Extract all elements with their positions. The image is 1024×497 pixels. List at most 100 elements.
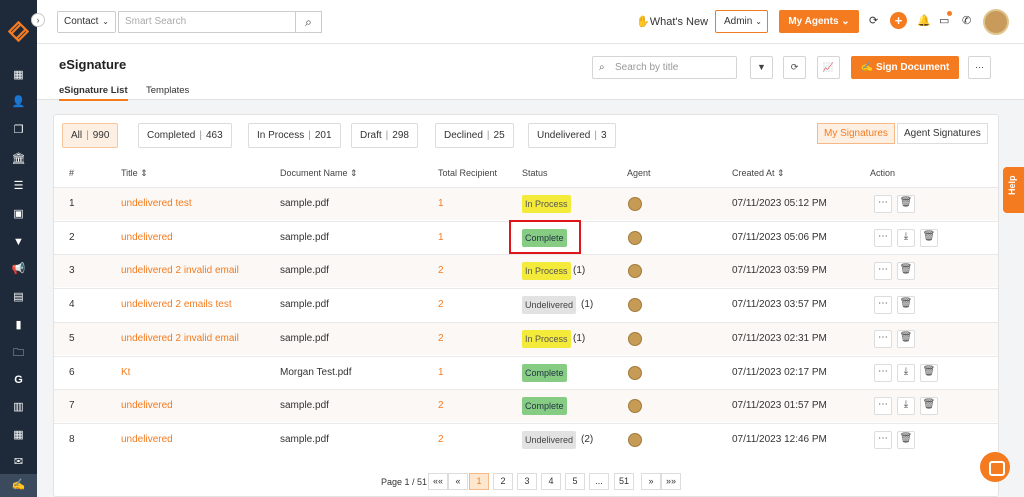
mail-icon[interactable]: ✉ [10,454,27,471]
smart-search-input[interactable]: Smart Search [118,11,296,33]
filter-in-process[interactable]: In Process | 201 [248,123,341,148]
delete-button[interactable]: 🗑 [897,430,915,449]
my-agents-button[interactable]: My Agents ⌄ [779,10,859,33]
more-options-button[interactable]: ⋯ [968,56,991,79]
help-tab[interactable]: Help [1003,167,1024,213]
col-title[interactable]: Title ⇕ [121,168,148,179]
download-button[interactable]: ⤓ [897,228,915,247]
more-actions-button[interactable]: ⋯ [874,363,892,382]
form-icon[interactable]: ▥ [10,399,27,416]
download-button[interactable]: ⤓ [897,363,915,382]
notification-panel-icon[interactable]: ▭ [939,11,952,27]
last-page-button[interactable]: »» [661,473,681,490]
more-actions-button[interactable]: ⋯ [874,296,892,315]
more-actions-button[interactable]: ⋯ [874,195,892,213]
search-icon: ⌕ [599,62,605,73]
filter-undelivered[interactable]: Undelivered | 3 [528,123,616,148]
delete-button[interactable]: 🗑 [920,363,938,382]
folder-icon[interactable]: 🗀 [10,345,27,362]
chart-button[interactable]: 📈 [817,56,840,79]
row-title-link[interactable]: undelivered [121,232,173,243]
contacts-icon[interactable]: 👤 [10,94,27,111]
row-title-link[interactable]: undelivered 2 invalid email [121,333,239,344]
first-page-button[interactable]: «« [428,473,448,490]
row-recipients-link[interactable]: 2 [438,434,444,445]
google-icon[interactable]: G [10,372,27,389]
row-recipients-link[interactable]: 2 [438,265,444,276]
delete-button[interactable]: 🗑 [897,329,915,348]
notes-icon[interactable]: ▤ [10,289,27,306]
search-button[interactable]: ⌕ [296,11,322,33]
row-recipients-link[interactable]: 1 [438,367,444,378]
delete-button[interactable]: 🗑 [920,397,938,416]
row-recipients-link[interactable]: 2 [438,333,444,344]
documents-icon[interactable]: ❐ [10,122,27,139]
whats-new-link[interactable]: ✋What's New [636,15,708,28]
more-actions-button[interactable]: ⋯ [874,262,892,281]
more-actions-button[interactable]: ⋯ [874,329,892,348]
row-title-link[interactable]: undelivered test [121,198,192,209]
delete-button[interactable]: 🗑 [897,296,915,315]
filter-draft[interactable]: Draft | 298 [351,123,418,148]
dashboard-icon[interactable]: ▦ [10,67,27,84]
tab-templates[interactable]: Templates [146,85,189,96]
filter-declined[interactable]: Declined | 25 [435,123,514,148]
col-document-name[interactable]: Document Name ⇕ [280,168,358,179]
agent-signatures-toggle[interactable]: Agent Signatures [897,123,988,144]
app-logo[interactable] [8,21,29,42]
megaphone-icon[interactable]: 📢 [10,261,27,278]
id-card-icon[interactable]: ▣ [10,206,27,223]
status-count: (2) [581,433,594,445]
sign-document-button[interactable]: ✍ Sign Document [851,56,959,79]
esignature-nav-item[interactable]: ✍ [0,474,37,497]
col-created-at[interactable]: Created At ⇕ [732,168,785,179]
row-recipients-link[interactable]: 2 [438,400,444,411]
reports-icon[interactable]: ▮ [10,317,27,334]
sidebar-toggle-button[interactable]: › [31,13,45,27]
delete-button[interactable]: 🗑 [920,228,938,247]
page-button[interactable]: 51 [614,473,634,490]
row-title-link[interactable]: undelivered 2 emails test [121,299,232,310]
next-page-button[interactable]: » [641,473,661,490]
row-recipients-link[interactable]: 1 [438,232,444,243]
row-title-link[interactable]: undelivered [121,434,173,445]
delete-button[interactable]: 🗑 [897,195,915,213]
add-icon[interactable]: + [890,12,907,29]
tab-esignature-list[interactable]: eSignature List [59,85,128,101]
download-button[interactable]: ⤓ [897,397,915,416]
chat-launcher-button[interactable] [980,452,1010,482]
delete-button[interactable]: 🗑 [897,262,915,281]
funnel-icon[interactable]: ▼ [10,234,27,251]
calendar-icon[interactable]: ▦ [10,427,27,444]
search-by-title-input[interactable]: ⌕ Search by title [592,56,737,79]
row-title-link[interactable]: undelivered [121,400,173,411]
refresh-button[interactable]: ⟳ [783,56,806,79]
page-button[interactable]: 3 [517,473,537,490]
row-recipients-link[interactable]: 1 [438,198,444,209]
user-avatar[interactable] [983,9,1009,35]
more-actions-button[interactable]: ⋯ [874,397,892,416]
page-button[interactable]: 1 [469,473,489,490]
my-signatures-toggle[interactable]: My Signatures [817,123,895,144]
filter-button[interactable]: ▼ [750,56,773,79]
page-button[interactable]: 5 [565,473,585,490]
refresh-icon[interactable]: ⟳ [869,14,878,27]
filter-completed[interactable]: Completed | 463 [138,123,232,148]
row-title-link[interactable]: undelivered 2 invalid email [121,265,239,276]
status-badge: Complete [522,363,567,382]
bank-icon[interactable]: 🏛 [10,151,27,168]
bell-icon[interactable]: 🔔 [917,14,931,27]
phone-icon[interactable]: ✆ [962,14,971,27]
row-title-link[interactable]: Kt [121,367,130,378]
more-actions-button[interactable]: ⋯ [874,430,892,449]
contact-select[interactable]: Contact ⌄ [57,11,116,33]
list-icon[interactable]: ☰ [10,178,27,195]
page-button[interactable]: 4 [541,473,561,490]
more-icon: ⋯ [878,264,888,276]
admin-select[interactable]: Admin ⌄ [715,10,768,33]
prev-page-button[interactable]: « [448,473,468,490]
more-actions-button[interactable]: ⋯ [874,228,892,247]
row-recipients-link[interactable]: 2 [438,299,444,310]
filter-all[interactable]: All | 990 [62,123,119,148]
page-button[interactable]: 2 [493,473,513,490]
